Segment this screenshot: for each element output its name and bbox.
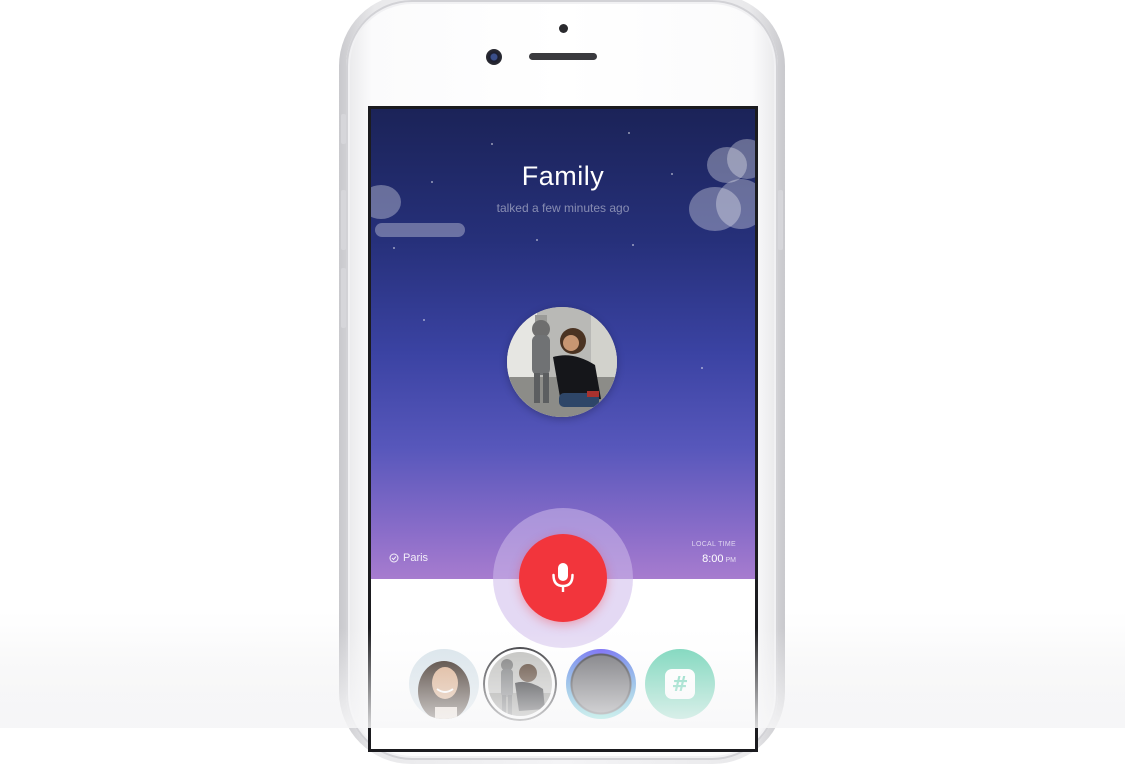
location-city: Paris xyxy=(403,552,429,564)
star xyxy=(393,247,395,249)
star xyxy=(628,132,630,134)
local-time-clock: 8:00 xyxy=(702,553,724,565)
location-label: Paris xyxy=(389,552,428,564)
mute-switch xyxy=(341,114,346,144)
local-time-value: 8:00 PM xyxy=(702,553,736,565)
last-talked-status: talked a few minutes ago xyxy=(496,201,630,215)
woman-photo xyxy=(409,649,479,719)
volume-down-button xyxy=(341,268,346,328)
microphone-icon xyxy=(552,563,574,592)
star xyxy=(701,367,703,369)
family-photo-thumb xyxy=(483,647,557,721)
front-camera xyxy=(486,49,502,65)
contact-avatar-ring[interactable] xyxy=(566,649,636,719)
power-button xyxy=(778,190,783,250)
star xyxy=(423,319,425,321)
group-avatar[interactable] xyxy=(507,307,617,417)
slack-hash-icon: # xyxy=(665,669,695,699)
star xyxy=(632,244,634,246)
conversation-title: Family xyxy=(521,161,605,191)
contacts-row: # xyxy=(409,647,719,723)
push-to-talk-button[interactable] xyxy=(519,534,607,622)
contact-slack[interactable]: # xyxy=(645,649,715,719)
cloud xyxy=(375,223,465,237)
volume-up-button xyxy=(341,190,346,250)
contact-avatar-woman[interactable] xyxy=(409,649,479,719)
phone-screen: Family talked a few minutes ago Paris LO… xyxy=(371,109,755,749)
earpiece-speaker xyxy=(529,53,597,60)
family-photo xyxy=(507,307,617,417)
local-time-ampm: PM xyxy=(725,557,737,564)
star xyxy=(536,239,538,241)
local-time-label: LOCAL TIME xyxy=(691,541,736,548)
location-check-icon xyxy=(389,553,399,563)
contact-avatar-family-selected[interactable] xyxy=(483,647,557,721)
star xyxy=(491,143,493,145)
proximity-sensor xyxy=(559,24,568,33)
